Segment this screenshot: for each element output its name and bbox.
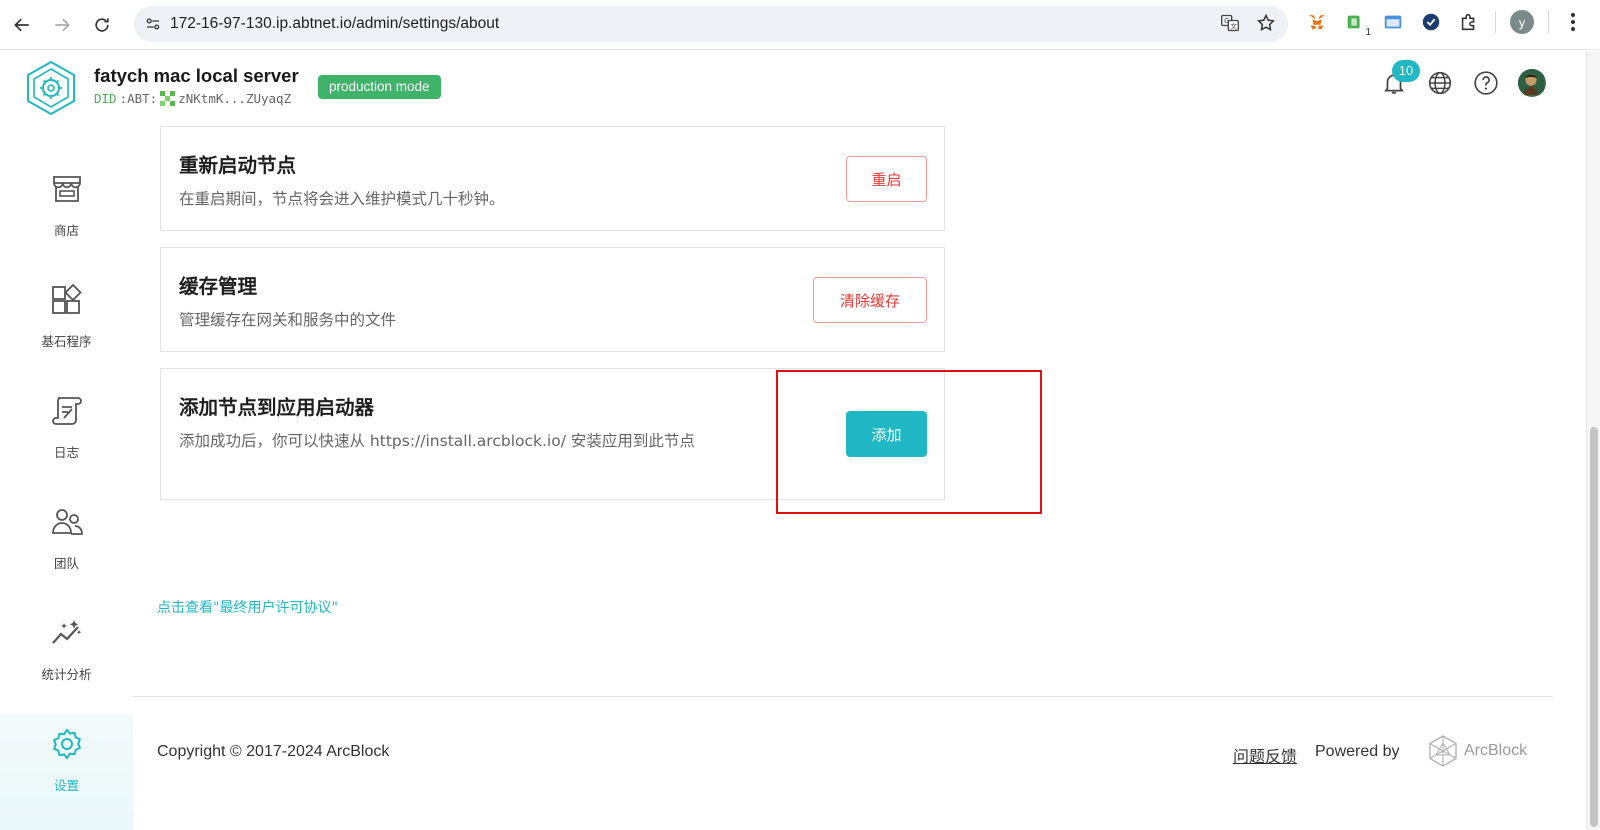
arrow-right-icon [55,18,70,31]
sidebar-item-label: 统计分析 [41,667,92,682]
restart-card-desc: 在重启期间，节点将会进入维护模式几十秒钟。 [179,190,505,208]
feedback-link[interactable]: 问题反馈 [1233,743,1297,767]
address-bar[interactable]: 172-16-97-130.ip.abtnet.io/admin/setting… [134,6,1288,42]
metamask-extension-icon[interactable] [1305,10,1329,34]
copyright-text: Copyright © 2017-2024 ArcBlock [157,743,390,760]
user-avatar-button[interactable] [1518,69,1546,97]
help-button[interactable] [1472,69,1500,97]
help-circle-icon [1474,71,1498,95]
forward-button[interactable] [44,7,80,43]
sidebar-item-label: 基石程序 [41,334,92,349]
notifications-button[interactable]: 10 [1380,60,1420,97]
mode-badge: production mode [318,75,441,99]
restart-card-title: 重新启动节点 [179,154,297,177]
analytics-icon [51,620,81,644]
sidebar-item-team[interactable]: 团队 [0,505,133,601]
sidebar-item-store[interactable]: 商店 [0,172,133,268]
notification-count-badge: 10 [1392,60,1420,82]
scrollbar-thumb[interactable] [1590,427,1598,827]
window-extension-icon[interactable] [1381,10,1405,34]
did-avatar-icon [160,91,176,106]
sidebar-item-logs[interactable]: 日志 [0,394,133,490]
extensions-puzzle-icon[interactable] [1457,10,1481,34]
cache-card-title: 缓存管理 [179,275,258,298]
clear-cache-button[interactable]: 清除缓存 [813,277,927,323]
blocklet-icon [51,283,82,314]
server-logo-icon[interactable] [24,59,78,117]
reload-button[interactable] [84,7,120,43]
user-avatar [1518,69,1546,97]
url-text[interactable]: 172-16-97-130.ip.abtnet.io/admin/setting… [170,15,499,33]
cache-card-desc: 管理缓存在网关和服务中的文件 [179,311,397,329]
globe-icon [1428,71,1452,95]
browser-profile-avatar[interactable]: y [1510,10,1534,34]
back-button[interactable] [4,7,40,43]
translate-icon[interactable]: G文 [1220,13,1240,33]
footer-divider [133,696,1553,697]
arcblock-brand-link[interactable]: ArcBlock [1428,734,1527,768]
eula-link[interactable]: 点击查看"最终用户许可协议" [157,597,338,617]
extension-badge: 1 [1365,27,1371,38]
toolbar-divider [1548,11,1549,33]
server-did[interactable]: DID:ABT: zNKtmK...ZUyaqZ [94,91,291,106]
did-chain: :ABT: [119,91,158,106]
wallet-extension-icon[interactable]: 1 [1343,10,1371,38]
arrow-left-icon [14,18,29,31]
sidebar-item-label: 团队 [53,556,79,571]
sidebar-item-analytics[interactable]: 统计分析 [0,616,133,712]
did-value: zNKtmK...ZUyaqZ [178,91,292,106]
server-name: fatych mac local server [94,65,299,86]
browser-toolbar: 172-16-97-130.ip.abtnet.io/admin/setting… [0,0,1600,50]
arcblock-logo-icon [1429,735,1457,767]
sidebar-item-label: 商店 [53,223,79,238]
bookmark-star-icon[interactable] [1256,13,1276,33]
svg-text:文: 文 [1230,21,1237,30]
toolbar-divider [1495,11,1496,33]
sidebar-item-settings[interactable]: 设置 [0,714,133,830]
sidebar-item-blocklets[interactable]: 基石程序 [0,283,133,379]
page-scrollbar[interactable] [1586,51,1600,830]
sidebar: 商店 基石程序 日志 团队 统计分析 设置 [0,124,133,830]
highlight-annotation-box [776,370,1042,514]
store-icon [52,176,81,202]
app-header: fatych mac local server DID:ABT: zNKtmK.… [0,51,1586,123]
log-icon [51,397,82,425]
settings-gear-icon [52,728,81,760]
restart-button[interactable]: 重启 [846,156,927,202]
powered-by-text: Powered by [1315,743,1400,760]
sidebar-item-label: 日志 [53,445,79,460]
team-icon [51,509,83,535]
cache-management-card: 缓存管理 管理缓存在网关和服务中的文件 清除缓存 [160,247,945,352]
language-button[interactable] [1426,69,1454,97]
restart-node-card: 重新启动节点 在重启期间，节点将会进入维护模式几十秒钟。 重启 [160,126,945,231]
arcblock-brand-name: ArcBlock [1464,742,1528,759]
launcher-card-title: 添加节点到应用启动器 [179,396,375,419]
launcher-card-desc: 添加成功后，你可以快速从 https://install.arcblock.io… [179,432,695,450]
sidebar-item-label: 设置 [53,778,79,793]
reload-icon [95,17,109,32]
browser-menu-icon[interactable] [1563,10,1583,34]
check-extension-icon[interactable] [1419,10,1443,34]
site-info-icon[interactable] [142,13,164,35]
did-prefix: DID [94,91,117,106]
